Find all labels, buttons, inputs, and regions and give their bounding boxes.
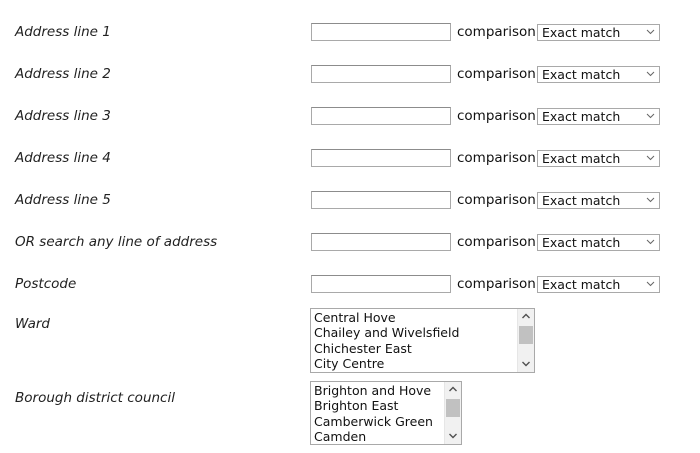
- postcode-comparison-label: comparison: [457, 276, 536, 292]
- address-line-3-label: Address line 3: [15, 108, 111, 124]
- chevron-down-icon: [646, 29, 655, 35]
- address-line-1-label: Address line 1: [15, 24, 111, 40]
- address-line-5-row: Address line 5 comparison Exact match: [0, 191, 700, 213]
- postcode-label: Postcode: [15, 276, 77, 292]
- any-address-line-label: OR search any line of address: [15, 234, 218, 250]
- address-line-1-comparison-select[interactable]: Exact match: [537, 24, 660, 41]
- borough-options: Brighton and Hove Brighton East Camberwi…: [314, 383, 433, 444]
- borough-scroll-thumb[interactable]: [446, 399, 460, 417]
- address-line-1-comparison-value: Exact match: [542, 25, 621, 40]
- postcode-comparison-value: Exact match: [542, 277, 621, 292]
- borough-option[interactable]: Brighton and Hove: [314, 383, 433, 398]
- address-line-2-comparison-value: Exact match: [542, 67, 621, 82]
- address-line-5-comparison-value: Exact match: [542, 193, 621, 208]
- address-line-1-row: Address line 1 comparison Exact match: [0, 23, 700, 45]
- borough-listbox[interactable]: Brighton and Hove Brighton East Camberwi…: [310, 381, 462, 445]
- arrow-down-icon: [522, 361, 530, 367]
- borough-scroll-up-button[interactable]: [445, 382, 461, 397]
- address-line-3-comparison-select[interactable]: Exact match: [537, 108, 660, 125]
- address-line-5-label: Address line 5: [15, 192, 111, 208]
- address-line-4-comparison-value: Exact match: [542, 151, 621, 166]
- address-line-4-label: Address line 4: [15, 150, 111, 166]
- postcode-row: Postcode comparison Exact match: [0, 275, 700, 297]
- address-line-2-input[interactable]: [311, 65, 451, 83]
- chevron-down-icon: [646, 197, 655, 203]
- address-line-2-comparison-select[interactable]: Exact match: [537, 66, 660, 83]
- ward-label: Ward: [15, 316, 51, 332]
- postcode-input[interactable]: [311, 275, 451, 293]
- address-line-1-comparison-label: comparison: [457, 24, 536, 40]
- address-line-1-input[interactable]: [311, 23, 451, 41]
- borough-label: Borough district council: [15, 390, 175, 406]
- any-address-line-comparison-label: comparison: [457, 234, 536, 250]
- ward-options: Central Hove Chailey and Wivelsfield Chi…: [314, 310, 459, 372]
- address-line-4-input[interactable]: [311, 149, 451, 167]
- ward-option[interactable]: Chichester East: [314, 341, 459, 356]
- address-line-5-input[interactable]: [311, 191, 451, 209]
- any-address-line-comparison-select[interactable]: Exact match: [537, 234, 660, 251]
- address-line-3-row: Address line 3 comparison Exact match: [0, 107, 700, 129]
- any-address-line-input[interactable]: [311, 233, 451, 251]
- ward-scrollbar[interactable]: [517, 309, 534, 372]
- address-line-3-comparison-label: comparison: [457, 108, 536, 124]
- chevron-down-icon: [646, 71, 655, 77]
- address-line-2-comparison-label: comparison: [457, 66, 536, 82]
- address-line-4-comparison-label: comparison: [457, 150, 536, 166]
- address-line-4-row: Address line 4 comparison Exact match: [0, 149, 700, 171]
- address-line-5-comparison-label: comparison: [457, 192, 536, 208]
- borough-scrollbar[interactable]: [444, 382, 461, 444]
- postcode-comparison-select[interactable]: Exact match: [537, 276, 660, 293]
- address-line-4-comparison-select[interactable]: Exact match: [537, 150, 660, 167]
- chevron-down-icon: [646, 113, 655, 119]
- ward-scroll-up-button[interactable]: [518, 309, 534, 324]
- ward-scroll-down-button[interactable]: [518, 357, 534, 372]
- ward-option[interactable]: Central Hove: [314, 310, 459, 325]
- borough-option[interactable]: Camden: [314, 429, 433, 444]
- address-line-3-input[interactable]: [311, 107, 451, 125]
- ward-listbox[interactable]: Central Hove Chailey and Wivelsfield Chi…: [310, 308, 535, 373]
- arrow-up-icon: [449, 386, 457, 392]
- arrow-up-icon: [522, 313, 530, 319]
- any-address-line-row: OR search any line of address comparison…: [0, 233, 700, 255]
- borough-option[interactable]: Brighton East: [314, 398, 433, 413]
- ward-scroll-thumb[interactable]: [519, 326, 533, 344]
- chevron-down-icon: [646, 281, 655, 287]
- address-line-2-row: Address line 2 comparison Exact match: [0, 65, 700, 87]
- any-address-line-comparison-value: Exact match: [542, 235, 621, 250]
- arrow-down-icon: [449, 433, 457, 439]
- ward-option[interactable]: City Centre: [314, 356, 459, 371]
- ward-option[interactable]: Chailey and Wivelsfield: [314, 325, 459, 340]
- chevron-down-icon: [646, 155, 655, 161]
- address-line-5-comparison-select[interactable]: Exact match: [537, 192, 660, 209]
- chevron-down-icon: [646, 239, 655, 245]
- borough-scroll-down-button[interactable]: [445, 429, 461, 444]
- address-line-3-comparison-value: Exact match: [542, 109, 621, 124]
- borough-option[interactable]: Camberwick Green: [314, 414, 433, 429]
- address-line-2-label: Address line 2: [15, 66, 111, 82]
